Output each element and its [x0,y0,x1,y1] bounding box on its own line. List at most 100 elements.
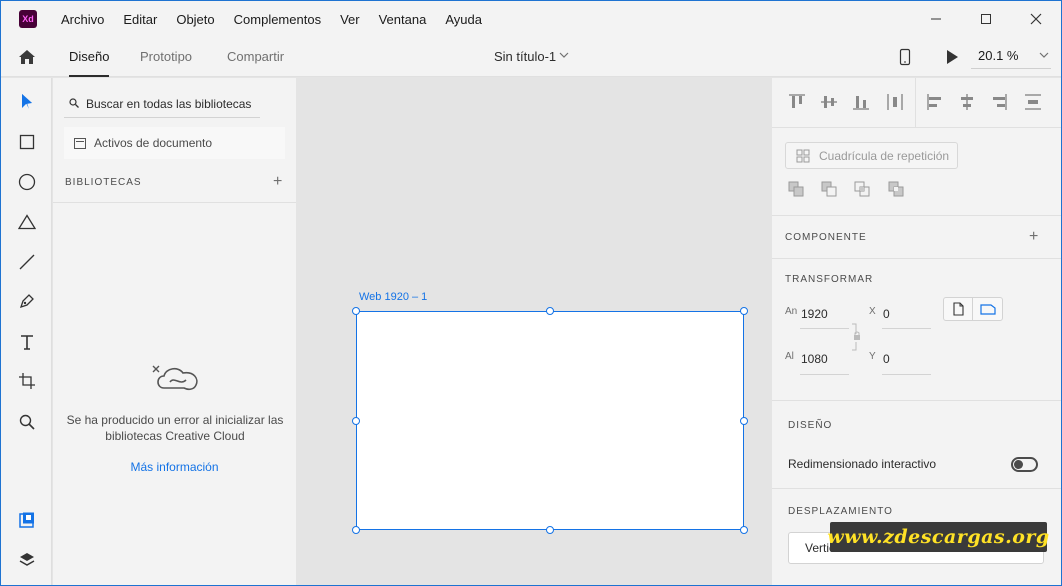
field-underline [882,374,931,375]
document-title[interactable]: Sin título-1 [494,49,556,64]
field-underline [800,374,849,375]
add-component-icon[interactable]: + [1029,228,1038,246]
chevron-down-icon[interactable] [559,51,569,59]
subtract-boolean-icon[interactable] [821,181,837,197]
resize-handle[interactable] [546,526,554,534]
xd-logo-icon: Xd [19,10,37,28]
menu-archivo[interactable]: Archivo [61,12,104,27]
divider [772,215,1061,216]
align-top-icon[interactable] [788,93,806,111]
menu-complementos[interactable]: Complementos [234,12,321,27]
resize-handle[interactable] [352,417,360,425]
resize-handle[interactable] [546,307,554,315]
play-icon[interactable] [945,49,959,65]
artboard[interactable] [352,307,748,534]
add-boolean-icon[interactable] [788,181,804,197]
ellipse-icon [18,173,36,191]
align-center-icon[interactable] [958,93,976,111]
portrait-button[interactable] [944,298,973,320]
ellipse-tool[interactable] [17,172,37,192]
align-right-icon[interactable] [990,93,1008,111]
height-field[interactable]: 1080 [801,352,828,366]
align-left-icon[interactable] [926,93,944,111]
exclude-boolean-icon[interactable] [888,181,904,197]
width-label: An [785,306,798,317]
libraries-panel-toggle[interactable] [17,510,37,530]
mobile-preview-icon[interactable] [899,48,911,66]
pen-icon [19,294,34,309]
landscape-icon [979,303,996,315]
y-field[interactable]: 0 [883,352,890,366]
landscape-button[interactable] [973,298,1002,320]
minimize-button[interactable] [911,1,961,37]
align-middle-icon[interactable] [820,93,838,111]
close-button[interactable] [1011,1,1061,37]
zoom-underline [971,68,1051,69]
rectangle-tool[interactable] [17,132,37,152]
distribute-vertical-icon[interactable] [1024,93,1042,111]
tab-design[interactable]: Diseño [69,49,110,77]
align-toolbar [772,78,1061,128]
orientation-toggle [943,297,1003,321]
pointer-icon [22,94,32,109]
x-field[interactable]: 0 [883,307,890,321]
intersect-boolean-icon[interactable] [854,181,870,197]
triangle-icon [18,214,36,230]
tab-share[interactable]: Compartir [227,49,284,64]
document-icon [74,137,86,149]
align-bottom-icon[interactable] [852,93,870,111]
resize-handle[interactable] [352,526,360,534]
maximize-icon [981,14,991,24]
tool-rail [1,78,52,585]
grid-icon [796,149,810,162]
artboard-tool[interactable] [17,371,37,391]
title-bar: Xd Archivo Editar Objeto Complementos Ve… [1,1,1061,37]
canvas[interactable]: Web 1920 – 1 [296,78,772,585]
field-underline [800,328,849,329]
portrait-icon [952,302,964,316]
resize-handle[interactable] [740,526,748,534]
width-field[interactable]: 1920 [801,307,828,321]
library-search-input[interactable] [64,90,260,118]
resize-handle[interactable] [352,307,360,315]
watermark: www.zdescargas.org [827,522,1049,552]
select-tool[interactable] [17,92,37,112]
rectangle-icon [19,134,35,150]
layers-icon [19,553,35,566]
chevron-down-icon[interactable] [1039,51,1049,59]
tab-prototype[interactable]: Prototipo [140,49,192,64]
document-assets-item[interactable]: Activos de documento [64,127,285,159]
menu-ayuda[interactable]: Ayuda [445,12,482,27]
layers-panel-toggle[interactable] [17,550,37,570]
line-tool[interactable] [17,252,37,272]
text-tool[interactable] [17,332,37,352]
distribute-horizontal-icon[interactable] [886,93,904,111]
component-header: COMPONENTE [785,232,867,243]
responsive-resize-label: Redimensionado interactivo [788,457,937,471]
magnifier-icon [19,414,35,430]
repeat-grid-label: Cuadrícula de repetición [819,148,950,163]
menu-editar[interactable]: Editar [123,12,157,27]
zoom-level[interactable]: 20.1 % [978,48,1018,63]
creative-cloud-error-icon [152,365,198,391]
polygon-tool[interactable] [17,212,37,232]
lock-aspect-icon[interactable] [852,322,862,352]
maximize-button[interactable] [961,1,1011,37]
responsive-resize-toggle[interactable] [1011,457,1038,472]
repeat-grid-button[interactable]: Cuadrícula de repetición [785,142,958,169]
menu-ventana[interactable]: Ventana [379,12,427,27]
more-info-link[interactable]: Más información [53,460,296,474]
add-library-icon[interactable]: + [273,173,282,191]
zoom-tool[interactable] [17,412,37,432]
home-icon[interactable] [17,47,37,67]
resize-handle[interactable] [740,307,748,315]
menu-ver[interactable]: Ver [340,12,360,27]
divider [772,258,1061,259]
divider [915,78,916,128]
pen-tool[interactable] [17,291,37,311]
resize-handle[interactable] [740,417,748,425]
app-window: Xd Archivo Editar Objeto Complementos Ve… [0,0,1062,586]
artboard-label[interactable]: Web 1920 – 1 [359,291,427,303]
close-icon [1030,13,1042,25]
menu-objeto[interactable]: Objeto [176,12,214,27]
